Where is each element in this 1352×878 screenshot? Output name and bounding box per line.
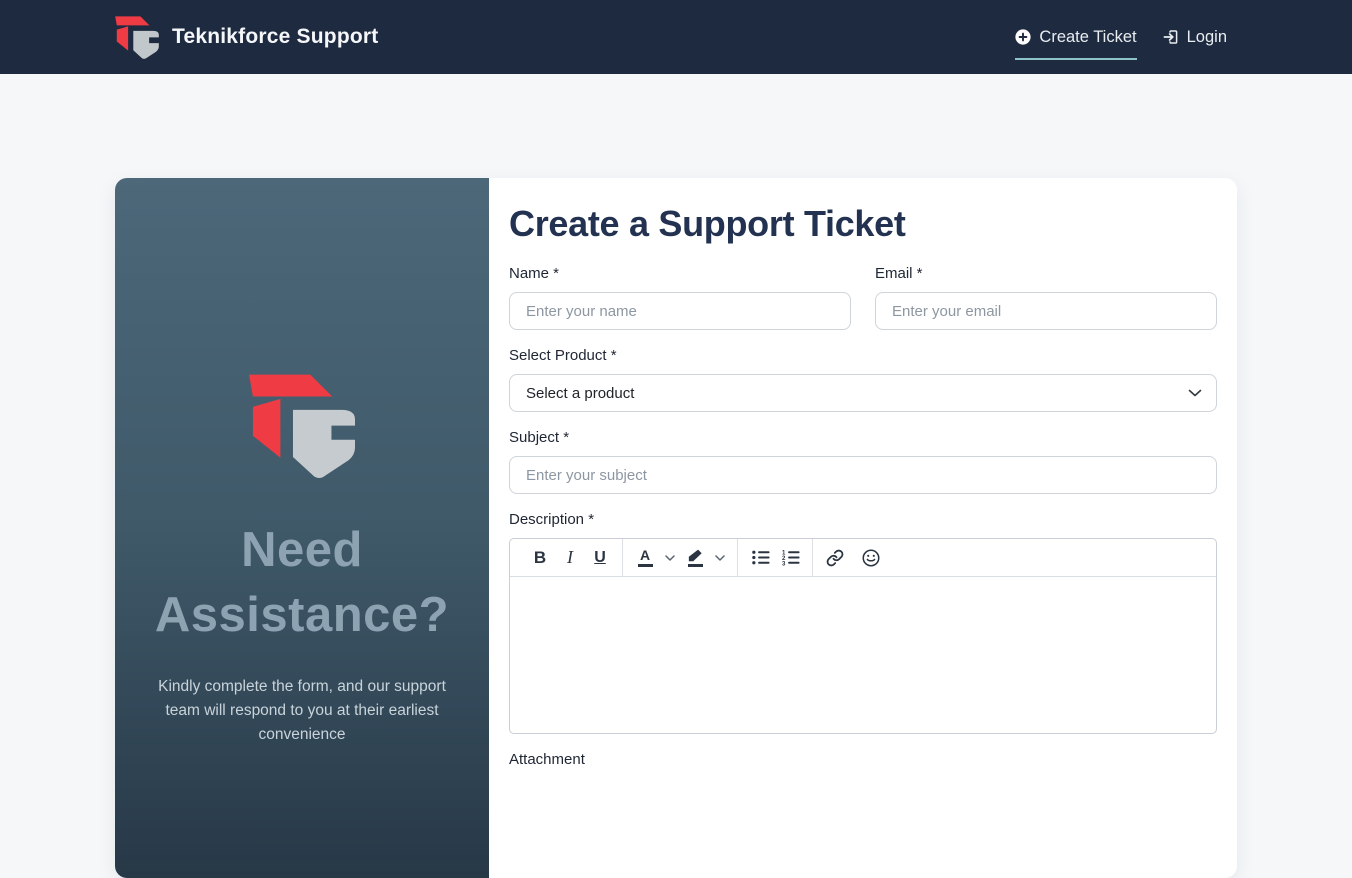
subject-input[interactable] <box>509 456 1217 494</box>
rich-text-editor: B I U A 1 2 3 <box>509 538 1217 734</box>
emoji-button[interactable] <box>857 543 885 573</box>
product-field-group: Select Product * Select a product <box>509 347 1217 412</box>
highlight-color-dropdown-button[interactable] <box>711 543 729 573</box>
email-field-group: Email * <box>875 265 1217 330</box>
editor-toolbar: B I U A 1 2 3 <box>510 539 1216 577</box>
highlight-color-button[interactable] <box>681 543 709 573</box>
login-icon <box>1163 30 1177 44</box>
chevron-down-icon <box>1188 389 1202 397</box>
brand-title: Teknikforce Support <box>172 25 379 48</box>
font-color-icon: A <box>637 548 653 567</box>
subject-label: Subject * <box>509 429 570 446</box>
nav-container: Teknikforce Support Create Ticket Login <box>115 15 1237 60</box>
nav-link-login[interactable]: Login <box>1163 28 1227 47</box>
description-editor[interactable] <box>510 577 1216 733</box>
ticket-form: Create a Support Ticket Name * Email * S… <box>489 178 1237 878</box>
brand[interactable]: Teknikforce Support <box>115 15 379 59</box>
italic-button[interactable]: I <box>556 543 584 573</box>
product-select[interactable]: Select a product <box>509 374 1217 412</box>
assistance-panel: Need Assistance? Kindly complete the for… <box>115 178 489 878</box>
name-label: Name * <box>509 265 560 282</box>
nav-links: Create Ticket Login <box>1015 27 1227 60</box>
name-input[interactable] <box>509 292 851 330</box>
chevron-down-icon <box>715 554 725 561</box>
underline-button[interactable]: U <box>586 543 614 573</box>
chevron-down-icon <box>665 554 675 561</box>
top-navbar: Teknikforce Support Create Ticket Login <box>0 0 1352 74</box>
nav-link-label: Login <box>1186 27 1227 46</box>
numbered-list-button[interactable]: 1 2 3 <box>776 543 804 573</box>
form-title: Create a Support Ticket <box>509 203 906 244</box>
product-select-value: Select a product <box>526 384 635 402</box>
description-field-group: Description * B I U A 1 2 3 <box>509 511 1217 734</box>
assistance-message: Kindly complete the form, and our suppor… <box>158 678 446 744</box>
subject-field-group: Subject * <box>509 429 1217 494</box>
assistance-heading: Need Assistance? <box>154 523 450 642</box>
description-label: Description * <box>509 511 595 528</box>
highlighter-icon <box>687 549 703 567</box>
link-icon <box>826 549 844 566</box>
nav-link-label: Create Ticket <box>1039 27 1137 46</box>
name-field-group: Name * <box>509 265 851 330</box>
numbered-list-icon: 1 2 3 <box>781 549 800 567</box>
bullet-list-button[interactable] <box>746 543 774 573</box>
product-label: Select Product * <box>509 347 617 364</box>
bold-button[interactable]: B <box>526 543 554 573</box>
svg-text:3: 3 <box>781 560 785 567</box>
insert-link-button[interactable] <box>821 543 849 573</box>
font-color-button[interactable]: A <box>631 543 659 573</box>
email-input[interactable] <box>875 292 1217 330</box>
plus-circle-icon <box>1015 29 1032 45</box>
teknikforce-logo-large-icon <box>249 374 355 479</box>
support-ticket-card: Need Assistance? Kindly complete the for… <box>115 178 1237 878</box>
smiley-icon <box>862 548 880 567</box>
bullet-list-icon <box>751 550 770 565</box>
email-label: Email * <box>875 265 923 282</box>
font-color-dropdown-button[interactable] <box>661 543 679 573</box>
teknikforce-logo-icon <box>115 15 159 59</box>
nav-link-create-ticket[interactable]: Create Ticket <box>1015 27 1137 60</box>
